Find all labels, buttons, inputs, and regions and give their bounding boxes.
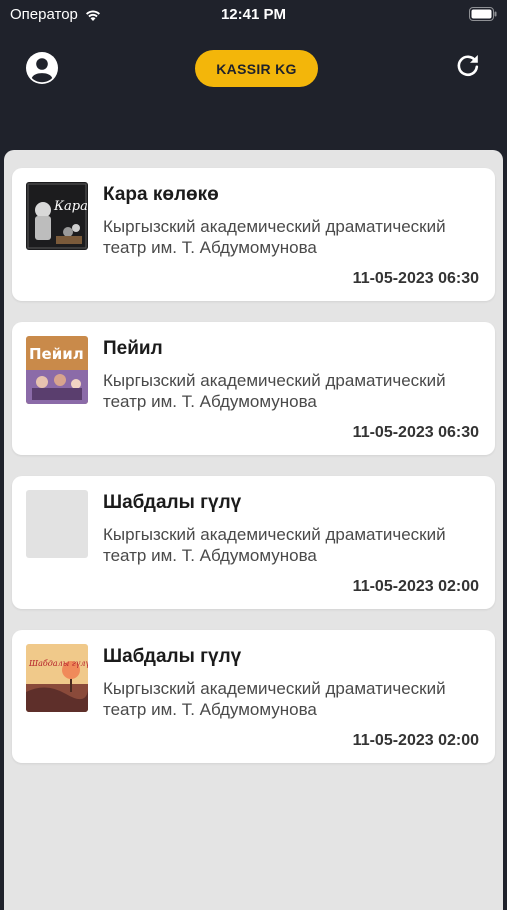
poster-text: Кара <box>53 199 88 214</box>
event-datetime: 11-05-2023 06:30 <box>352 270 479 287</box>
event-card[interactable]: Шабдалы гүлү Шабдалы гүлү Кыргызский ака… <box>12 630 495 763</box>
event-card[interactable]: Пейил Пейил Кыргызский академический дра… <box>12 322 495 455</box>
event-card[interactable]: Кара Кара көлөкө Кыргызский академически… <box>12 168 495 301</box>
battery-icon <box>469 7 497 21</box>
refresh-button[interactable] <box>455 52 481 78</box>
event-venue: Кыргызский академический драматический т… <box>103 525 446 565</box>
poster-image: Кара <box>26 182 88 250</box>
event-title: Шабдалы гүлү <box>103 492 242 513</box>
poster-image: Шабдалы гүлү <box>26 644 88 712</box>
event-venue: Кыргызский академический драматический т… <box>103 217 446 257</box>
event-list: Кара Кара көлөкө Кыргызский академически… <box>4 150 503 910</box>
event-datetime: 11-05-2023 02:00 <box>352 732 479 749</box>
event-poster-placeholder <box>26 490 88 558</box>
app-header: KASSIR KG <box>0 30 507 150</box>
event-datetime: 11-05-2023 06:30 <box>352 424 479 441</box>
poster-text: Шабдалы гүлү <box>28 659 88 668</box>
event-card[interactable]: Шабдалы гүлү Кыргызский академический др… <box>12 476 495 609</box>
brand-logo: KASSIR KG <box>195 50 318 87</box>
event-title: Пейил <box>103 338 163 359</box>
event-poster: Шабдалы гүлү <box>26 644 88 712</box>
event-title: Кара көлөкө <box>103 184 219 205</box>
poster-text: Пейил <box>29 345 84 363</box>
event-title: Шабдалы гүлү <box>103 646 242 667</box>
event-datetime: 11-05-2023 02:00 <box>352 578 479 595</box>
refresh-icon <box>457 55 479 76</box>
profile-button[interactable] <box>26 52 58 84</box>
status-time: 12:41 PM <box>220 6 287 23</box>
poster-image: Пейил <box>26 336 88 404</box>
status-bar: Оператор 12:41 PM <box>0 0 507 30</box>
event-poster: Пейил <box>26 336 88 404</box>
event-poster: Кара <box>26 182 88 250</box>
event-venue: Кыргызский академический драматический т… <box>103 371 446 411</box>
user-avatar-icon <box>26 52 58 84</box>
event-venue: Кыргызский академический драматический т… <box>103 679 446 719</box>
